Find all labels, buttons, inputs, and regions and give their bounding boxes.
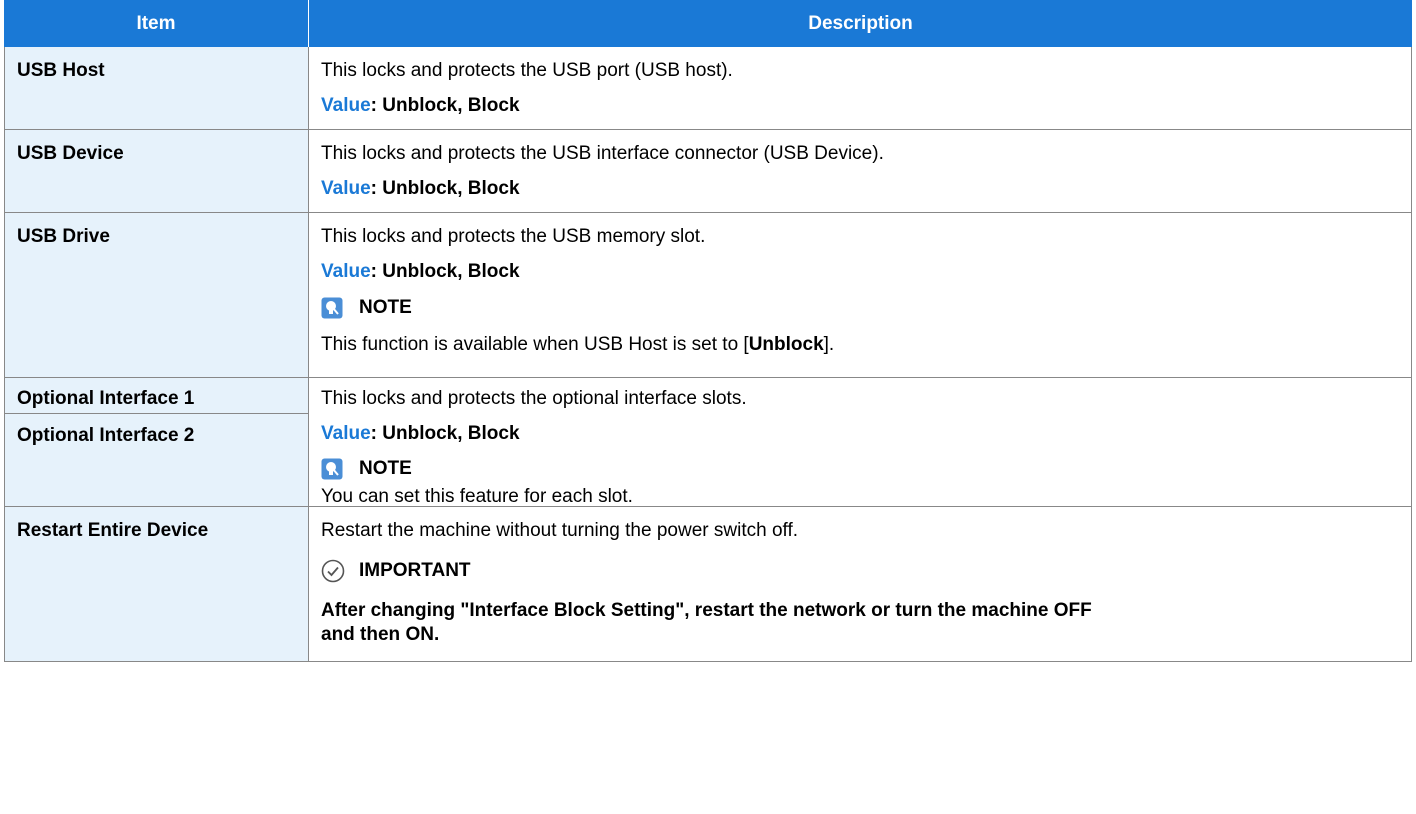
description-cell: Restart the machine without turning the … bbox=[309, 507, 1412, 661]
value-key: Value bbox=[321, 423, 371, 444]
note-text: This function is available when USB Host… bbox=[321, 334, 834, 356]
table-row: Restart Entire Device Restart the machin… bbox=[4, 507, 1412, 662]
important-text-line-2: and then ON. bbox=[321, 624, 440, 645]
value-options: : Unblock, Block bbox=[370, 178, 520, 199]
note-label: NOTE bbox=[359, 297, 412, 318]
header-item: Item bbox=[4, 0, 309, 47]
value-line: Value: Unblock, Block bbox=[321, 423, 520, 445]
description-text: This locks and protects the USB interfac… bbox=[321, 143, 884, 164]
description-text: Restart the machine without turning the … bbox=[321, 520, 799, 541]
description-cell: This locks and protects the USB port (US… bbox=[309, 47, 1412, 129]
note-text-pre: This function is available when USB Host… bbox=[321, 334, 749, 355]
item-sub-cell: Optional Interface 1 bbox=[5, 378, 308, 414]
item-cell: Restart Entire Device bbox=[4, 507, 309, 661]
description-cell: This locks and protects the optional int… bbox=[309, 378, 1412, 507]
lightbulb-note-icon bbox=[321, 458, 343, 480]
checkmark-circle-icon bbox=[321, 559, 345, 583]
value-key: Value bbox=[321, 178, 371, 199]
description-text: This locks and protects the USB memory s… bbox=[321, 226, 706, 247]
table-header: Item Description bbox=[4, 0, 1412, 47]
item-cell: Optional Interface 1 Optional Interface … bbox=[4, 378, 309, 506]
note-heading: NOTE bbox=[321, 458, 412, 480]
lightbulb-note-icon bbox=[321, 297, 343, 319]
important-heading: IMPORTANT bbox=[321, 559, 471, 583]
important-text-line-1: After changing "Interface Block Setting"… bbox=[321, 600, 1092, 621]
table-row: USB Device This locks and protects the U… bbox=[4, 130, 1412, 213]
description-cell: This locks and protects the USB interfac… bbox=[309, 130, 1412, 212]
value-line: Value: Unblock, Block bbox=[321, 261, 520, 283]
note-text: You can set this feature for each slot. bbox=[321, 486, 633, 507]
value-options: : Unblock, Block bbox=[370, 95, 520, 116]
table-row: USB Drive This locks and protects the US… bbox=[4, 213, 1412, 378]
item-usb-host: USB Host bbox=[17, 60, 105, 81]
item-cell: USB Host bbox=[4, 47, 309, 129]
item-cell: USB Device bbox=[4, 130, 309, 212]
table-row: Optional Interface 1 Optional Interface … bbox=[4, 378, 1412, 507]
item-cell: USB Drive bbox=[4, 213, 309, 377]
value-options: : Unblock, Block bbox=[370, 423, 520, 444]
interface-block-table: Item Description USB Host This locks and… bbox=[4, 0, 1412, 812]
description-text: This locks and protects the USB port (US… bbox=[321, 60, 733, 81]
note-label: NOTE bbox=[359, 458, 412, 479]
important-label: IMPORTANT bbox=[359, 560, 471, 581]
value-key: Value bbox=[321, 261, 371, 282]
value-line: Value: Unblock, Block bbox=[321, 95, 520, 117]
item-sub-cell: Optional Interface 2 bbox=[5, 414, 308, 506]
note-text-bold: Unblock bbox=[748, 334, 824, 355]
item-usb-device: USB Device bbox=[17, 143, 124, 164]
note-heading: NOTE bbox=[321, 297, 412, 319]
value-options: : Unblock, Block bbox=[370, 261, 520, 282]
value-key: Value bbox=[321, 95, 371, 116]
item-optional-interface-2: Optional Interface 2 bbox=[17, 425, 195, 446]
header-description: Description bbox=[808, 12, 913, 34]
note-text-post: ]. bbox=[823, 334, 835, 355]
description-text: This locks and protects the optional int… bbox=[321, 388, 747, 409]
value-line: Value: Unblock, Block bbox=[321, 178, 520, 200]
item-usb-drive: USB Drive bbox=[17, 226, 110, 247]
item-optional-interface-1: Optional Interface 1 bbox=[17, 388, 195, 409]
table-row: USB Host This locks and protects the USB… bbox=[4, 47, 1412, 130]
description-cell: This locks and protects the USB memory s… bbox=[309, 213, 1412, 377]
item-restart-entire-device: Restart Entire Device bbox=[17, 520, 209, 541]
